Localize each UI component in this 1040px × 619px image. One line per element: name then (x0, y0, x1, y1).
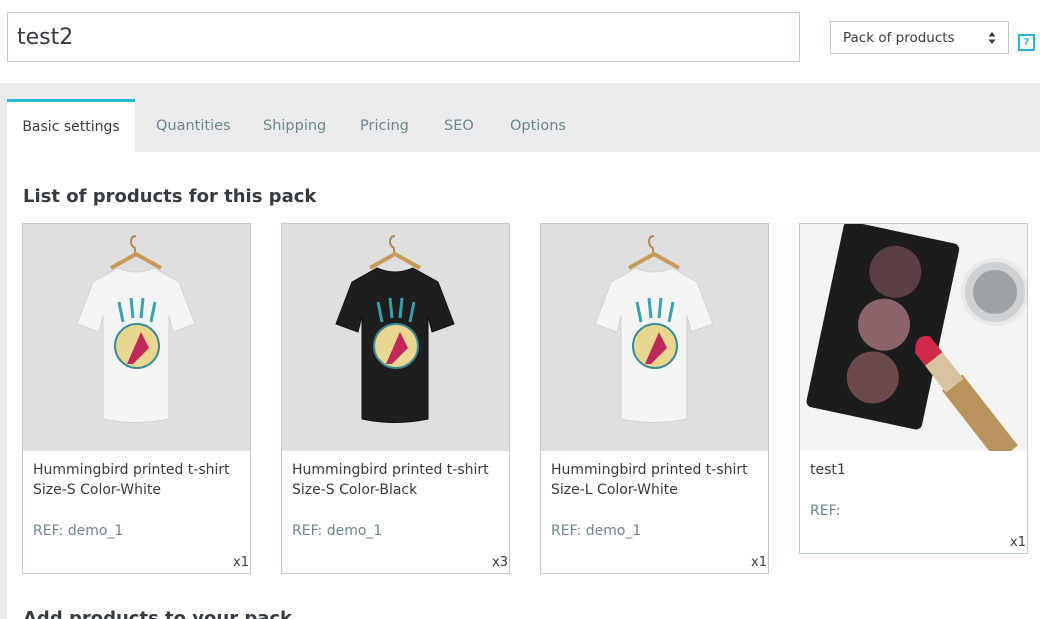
product-image-black-tshirt (282, 224, 509, 451)
pack-product-qty: x3 (492, 555, 508, 570)
help-icon[interactable]: ? (1018, 34, 1035, 51)
left-gutter (0, 152, 7, 619)
pack-product-name: Hummingbird printed t-shirt Size-S Color… (292, 462, 489, 498)
pack-product-qty: x1 (233, 555, 249, 570)
product-image-white-tshirt (541, 224, 768, 451)
product-image-white-tshirt (23, 224, 250, 451)
product-image-makeup-palette (800, 224, 1027, 451)
pack-product-ref: REF: demo_1 (292, 523, 383, 539)
product-type-value: Pack of products (843, 29, 955, 46)
tabs-bar: Basic settings Quantities Shipping Prici… (0, 83, 1040, 152)
product-type-select[interactable]: Pack of products (830, 21, 1009, 54)
tab-shipping[interactable]: Shipping (263, 99, 326, 152)
pack-product-card[interactable]: Hummingbird printed t-shirt Size-L Color… (540, 223, 769, 574)
tab-seo[interactable]: SEO (444, 99, 474, 152)
tab-quantities[interactable]: Quantities (156, 99, 231, 152)
tab-basic-settings[interactable]: Basic settings (7, 99, 135, 152)
pack-product-name: Hummingbird printed t-shirt Size-L Color… (551, 462, 748, 498)
pack-product-ref: REF: (810, 503, 841, 519)
pack-section-title: List of products for this pack (23, 186, 317, 207)
pack-product-name: test1 (810, 462, 846, 478)
pack-product-card[interactable]: test1 REF: x1 (799, 223, 1028, 554)
pack-product-qty: x1 (1010, 535, 1026, 550)
pack-product-ref: REF: demo_1 (33, 523, 124, 539)
tab-pricing[interactable]: Pricing (360, 99, 409, 152)
next-section-title: Add products to your pack (23, 610, 292, 619)
pack-product-ref: REF: demo_1 (551, 523, 642, 539)
pack-product-name: Hummingbird printed t-shirt Size-S Color… (33, 462, 230, 498)
pack-product-qty: x1 (751, 555, 767, 570)
product-name-input[interactable] (7, 12, 800, 62)
pack-product-card[interactable]: Hummingbird printed t-shirt Size-S Color… (281, 223, 510, 574)
tab-options[interactable]: Options (510, 99, 566, 152)
pack-product-card[interactable]: Hummingbird printed t-shirt Size-S Color… (22, 223, 251, 574)
select-arrows-icon (988, 31, 996, 45)
